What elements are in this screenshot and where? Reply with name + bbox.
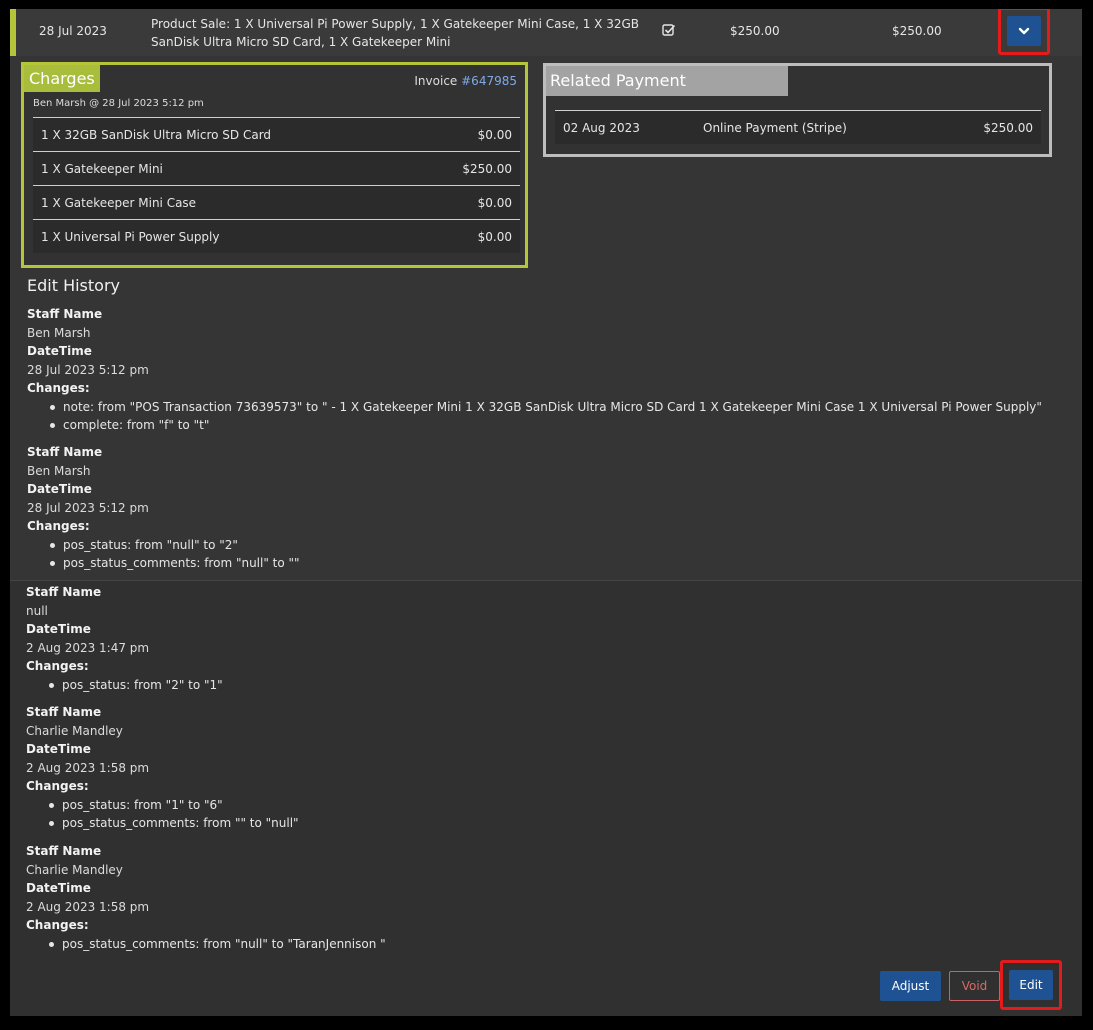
charge-name: 1 X Gatekeeper Mini Case	[41, 196, 197, 210]
datetime-label: DateTime	[27, 482, 92, 496]
void-button[interactable]: Void	[949, 971, 1000, 1001]
charge-name: 1 X 32GB SanDisk Ultra Micro SD Card	[41, 128, 272, 142]
change-item: pos_status: from "2" to "1"	[46, 676, 223, 695]
changes-list: pos_status: from "1" to "6" pos_status_c…	[26, 796, 299, 833]
related-payment-card: Related Payment 02 Aug 2023 Online Payme…	[543, 63, 1052, 157]
charge-price: $0.00	[477, 230, 512, 244]
adjust-button[interactable]: Adjust	[880, 971, 941, 1001]
changes-label: Changes:	[26, 659, 89, 673]
transaction-amount: $250.00	[730, 24, 780, 38]
datetime: 2 Aug 2023 1:58 pm	[26, 760, 150, 775]
charges-list: 1 X 32GB SanDisk Ultra Micro SD Card $0.…	[33, 117, 520, 253]
charge-row: 1 X Universal Pi Power Supply $0.00	[33, 219, 520, 253]
changes-label: Changes:	[27, 381, 90, 395]
payment-row[interactable]: 02 Aug 2023 Online Payment (Stripe) $250…	[555, 110, 1041, 144]
related-payment-title: Related Payment	[546, 66, 788, 96]
charge-row: 1 X 32GB SanDisk Ultra Micro SD Card $0.…	[33, 117, 520, 151]
expand-button[interactable]	[998, 9, 1050, 55]
transaction-accent-bar	[10, 9, 16, 56]
datetime-label: DateTime	[27, 344, 92, 358]
datetime: 28 Jul 2023 5:12 pm	[27, 500, 149, 515]
charge-name: 1 X Gatekeeper Mini	[41, 162, 163, 176]
change-item: pos_status_comments: from "null" to "Tar…	[46, 935, 386, 954]
expand-button-face[interactable]	[1007, 16, 1041, 46]
staff-name: Charlie Mandley	[26, 723, 123, 738]
edit-button[interactable]: Edit	[1009, 970, 1053, 1000]
datetime: 2 Aug 2023 1:47 pm	[26, 640, 150, 655]
staff-name-label: Staff Name	[26, 844, 102, 858]
charged-by: Ben Marsh @ 28 Jul 2023 5:12 pm	[33, 98, 204, 109]
transaction-date: 28 Jul 2023	[39, 24, 107, 38]
invoice-reference: Invoice #647985	[414, 74, 517, 88]
staff-name: Ben Marsh	[27, 325, 91, 340]
charge-price: $0.00	[477, 196, 512, 210]
charge-name: 1 X Universal Pi Power Supply	[41, 230, 220, 244]
transaction-total: $250.00	[892, 24, 942, 38]
transaction-detail-panel: 28 Jul 2023 Product Sale: 1 X Universal …	[10, 9, 1082, 1016]
history-entry: Staff Name Ben Marsh DateTime 28 Jul 202…	[27, 305, 1042, 435]
chevron-down-icon	[1018, 27, 1030, 35]
history-entry: Staff Name Charlie Mandley DateTime 2 Au…	[26, 703, 299, 833]
checkbox-checked-icon	[662, 24, 676, 36]
datetime: 28 Jul 2023 5:12 pm	[27, 362, 149, 377]
history-entry: Staff Name Ben Marsh DateTime 28 Jul 202…	[27, 443, 300, 573]
edit-button-highlight: Edit	[1000, 960, 1062, 1010]
staff-name-label: Staff Name	[27, 307, 103, 321]
changes-label: Changes:	[26, 779, 89, 793]
datetime-label: DateTime	[26, 881, 91, 895]
datetime: 2 Aug 2023 1:58 pm	[26, 899, 150, 914]
change-item: pos_status: from "null" to "2"	[47, 536, 300, 555]
payment-method: Online Payment (Stripe)	[703, 121, 847, 135]
invoice-label: Invoice	[414, 74, 458, 88]
changes-list: note: from "POS Transaction 73639573" to…	[27, 398, 1042, 435]
charge-price: $0.00	[477, 128, 512, 142]
payment-date: 02 Aug 2023	[563, 121, 640, 135]
transaction-description: Product Sale: 1 X Universal Pi Power Sup…	[151, 17, 640, 49]
changes-label: Changes:	[27, 519, 90, 533]
transaction-row[interactable]: 28 Jul 2023 Product Sale: 1 X Universal …	[10, 9, 1082, 56]
payment-amount: $250.00	[983, 121, 1033, 135]
change-item: pos_status_comments: from "null" to ""	[47, 554, 300, 573]
changes-list: pos_status_comments: from "null" to "Tar…	[26, 935, 386, 954]
staff-name-label: Staff Name	[27, 445, 103, 459]
datetime-label: DateTime	[26, 622, 91, 636]
edit-history-title: Edit History	[27, 276, 120, 295]
change-item: note: from "POS Transaction 73639573" to…	[47, 398, 1042, 417]
charges-title: Charges	[24, 65, 100, 92]
changes-list: pos_status: from "null" to "2" pos_statu…	[27, 536, 300, 573]
charge-row: 1 X Gatekeeper Mini $250.00	[33, 151, 520, 185]
change-item: pos_status_comments: from "" to "null"	[46, 814, 299, 833]
staff-name: Ben Marsh	[27, 463, 91, 478]
change-item: pos_status: from "1" to "6"	[46, 796, 299, 815]
staff-name-label: Staff Name	[26, 585, 102, 599]
changes-list: pos_status: from "2" to "1"	[26, 676, 223, 695]
charge-price: $250.00	[462, 162, 512, 176]
history-entry: Staff Name null DateTime 2 Aug 2023 1:47…	[26, 583, 223, 694]
changes-label: Changes:	[26, 918, 89, 932]
staff-name: Charlie Mandley	[26, 862, 123, 877]
invoice-link[interactable]: #647985	[461, 74, 517, 88]
charge-row: 1 X Gatekeeper Mini Case $0.00	[33, 185, 520, 219]
change-item: complete: from "f" to "t"	[47, 416, 1042, 435]
charges-card: Charges Invoice #647985 Ben Marsh @ 28 J…	[21, 62, 528, 268]
staff-name: null	[26, 603, 48, 618]
history-entry: Staff Name Charlie Mandley DateTime 2 Au…	[26, 842, 386, 953]
staff-name-label: Staff Name	[26, 705, 102, 719]
datetime-label: DateTime	[26, 742, 91, 756]
